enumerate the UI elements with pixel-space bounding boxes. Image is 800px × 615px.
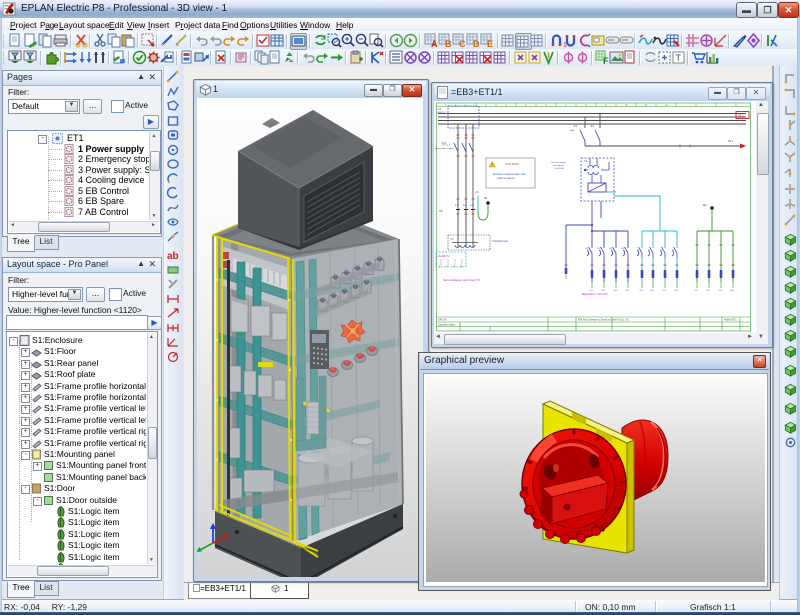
svg-text:1: 1 [563,42,567,48]
svg-text:Control voltage: Control voltage [551,161,566,164]
svg-text:SUPPLY: SUPPLY [437,112,446,114]
svg-text:T: T [676,53,682,63]
svg-text:-X0: -X0 [438,209,443,213]
svg-text:-X2:5: -X2:5 [639,290,643,292]
svg-text:-Q1: -Q1 [441,141,446,145]
svg-text:L2: L2 [463,203,467,207]
svg-text:-F2: -F2 [590,124,595,128]
svg-text:-X1: -X1 [475,191,479,194]
svg-text:EPLAN Software & Service GmbH: EPLAN Software & Service GmbH & Co. KG [578,318,629,322]
svg-text:-X3:3: -X3:3 [718,290,722,292]
svg-text:-F1: -F1 [573,124,578,128]
svg-text:+SLAB-TH: +SLAB-TH [437,254,450,258]
svg-text:-X2:8: -X2:8 [674,290,678,292]
svg-text:Sample project: Sample project [438,323,456,327]
svg-text:-X2:7: -X2:7 [662,290,666,292]
svg-text:D: D [473,39,480,48]
svg-text:A: A [431,39,438,48]
svg-text:-X2:4: -X2:4 [625,290,629,292]
svg-text:=EB3+ET1: =EB3+ET1 [724,318,737,322]
svg-text:25.1: 25.1 [738,114,744,118]
svg-text:-X2:3: -X2:3 [613,290,617,292]
svg-text:L3: L3 [470,203,474,207]
svg-text:transformer: transformer [553,164,564,167]
svg-text:Transformer: Transformer [492,239,508,243]
svg-text:Nehmerklappen auf C2+ET74: Nehmerklappen auf C2+ET74 [443,278,481,282]
svg-text:25.1: 25.1 [728,139,734,143]
svg-text:C: C [459,39,466,48]
svg-text:-X3:1: -X3:1 [694,290,698,292]
svg-text:Betriebsm. 24V DC: Betriebsm. 24V DC [582,292,609,296]
svg-text:400/230V: 400/230V [555,168,565,170]
svg-text:PE: PE [484,197,488,200]
svg-text:-X3:4: -X3:4 [730,290,734,292]
svg-text:CAUTION: CAUTION [505,162,519,166]
svg-text:-T1: -T1 [583,159,588,163]
svg-text:B: B [445,39,452,48]
svg-text:switch is opened: switch is opened [497,177,515,180]
svg-text:EPLAN: EPLAN [438,318,447,322]
svg-text:-X2:6: -X2:6 [650,290,654,292]
svg-text:Main power supply: Main power supply [435,147,454,150]
svg-text:16A: 16A [570,129,574,132]
svg-text:-X3:2: -X3:2 [706,290,710,292]
svg-text:E: E [487,39,493,48]
svg-text:-Mp: -Mp [702,203,707,207]
svg-text:L1: L1 [455,203,459,207]
svg-text:Remains energized when main: Remains energized when main [493,173,526,176]
svg-text:ab: ab [167,251,179,262]
svg-text:-A1: -A1 [437,107,442,111]
